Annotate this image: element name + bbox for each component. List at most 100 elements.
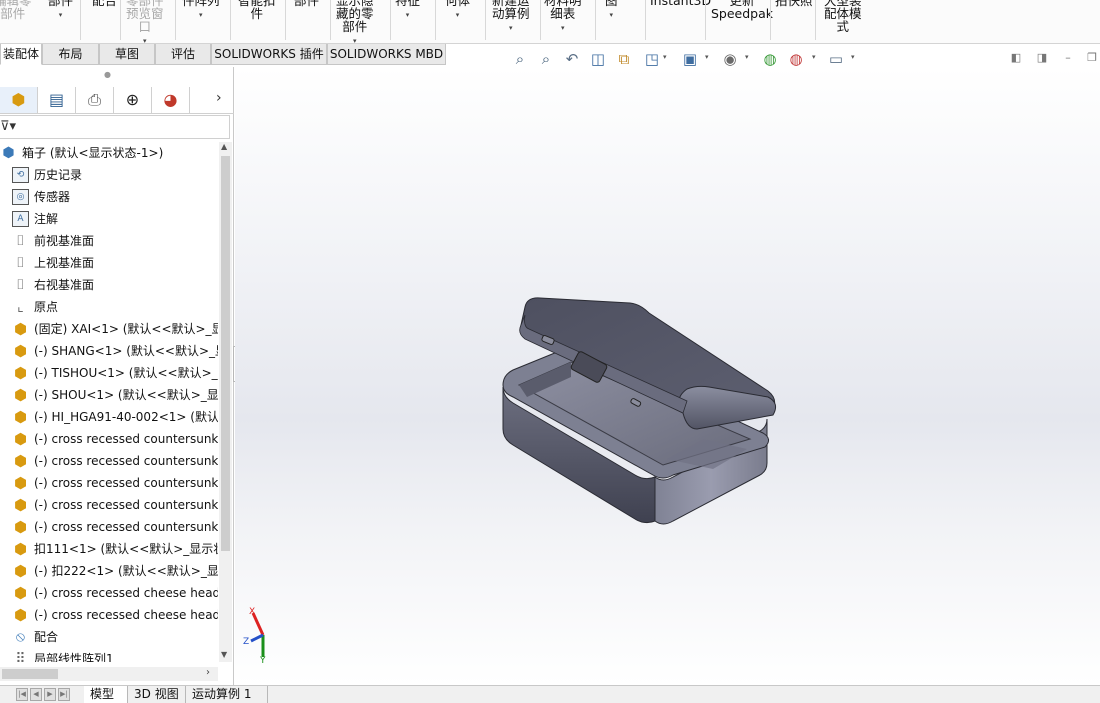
next-tab-icon[interactable]: ▶ [44,688,56,701]
ribbon-item-12[interactable]: 图 ▾ [605,0,618,19]
tree-item[interactable]: ⣿ 局部线性阵列1 [12,648,218,662]
horizontal-scroll-thumb[interactable] [2,669,58,679]
dropdown-arrow-icon[interactable]: ▾ [48,11,73,19]
apply-scene-icon[interactable]: ◍ [786,49,806,69]
chevron-down-icon[interactable]: ▾ [745,53,749,61]
chevron-down-icon[interactable]: ▾ [663,53,667,61]
ribbon-item-16[interactable]: 大型装 配体模 式 [824,0,862,33]
chevron-down-icon[interactable]: ▾ [851,53,855,61]
maximize-window-icon[interactable]: ❐ [1084,51,1100,65]
view-orientation-icon[interactable]: ◳ [642,49,662,69]
tree-item[interactable]: ⬢ (-) cross recessed cheese head [12,604,218,626]
dimxpert-tab[interactable]: ⊕ [114,87,152,113]
cm-tab-1[interactable]: 布局 [42,44,99,65]
zoom-to-area-icon[interactable]: ⌕ [536,49,556,69]
dynamic-annotation-icon[interactable]: ⧉ [614,49,634,69]
tree-item[interactable]: ⌷ 右视基准面 [12,274,218,296]
dropdown-arrow-icon[interactable]: ▾ [182,11,220,19]
ribbon-item-0[interactable]: 编辑零 部件 [0,0,32,20]
tile-window-icon[interactable]: ◨ [1034,51,1050,65]
display-manager-tab[interactable]: ◕ [152,87,190,113]
cm-tab-0[interactable]: 装配体 [0,44,42,65]
tree-filter[interactable]: ⊽▾ [0,115,230,139]
dropdown-arrow-icon[interactable]: ▾ [445,11,470,19]
ribbon-item-9[interactable]: 何体 ▾ [445,0,470,19]
scroll-right-icon[interactable]: › [206,667,210,678]
cm-tab-3[interactable]: 评估 [155,44,211,65]
panel-grip-icon[interactable]: ● [104,70,111,79]
tree-horizontal-scrollbar[interactable]: › [0,667,218,681]
display-style-icon[interactable]: ▣ [680,49,700,69]
tree-item[interactable]: ⬢ (固定) XAI<1> (默认<<默认>_显 [12,318,218,340]
bottom-tab-0[interactable]: 模型 [84,686,128,703]
tree-item[interactable]: ⬢ (-) cross recessed countersunk [12,450,218,472]
last-tab-icon[interactable]: ▶| [58,688,70,701]
prev-tab-icon[interactable]: ◀ [30,688,42,701]
cm-tab-2[interactable]: 草图 [99,44,155,65]
tree-item[interactable]: ⬢ 箱子 (默认<显示状态-1>) [0,142,218,164]
propertymanager-tab[interactable]: ▤ [38,87,76,113]
tree-item[interactable]: ⬢ (-) cross recessed countersunk [12,494,218,516]
tree-item[interactable]: ⬢ (-) SHANG<1> (默认<<默认>_显 [12,340,218,362]
first-tab-icon[interactable]: |◀ [16,688,28,701]
cm-tab-5[interactable]: SOLIDWORKS MBD [327,44,446,65]
bottom-tab-1[interactable]: 3D 视图 [128,686,186,703]
dropdown-arrow-icon[interactable]: ▾ [492,24,530,32]
configurationmanager-tab[interactable]: ⎙ [76,87,114,113]
dropdown-arrow-icon[interactable]: ▾ [336,37,374,43]
ribbon-item-7[interactable]: 显示隐 藏的零 部件 ▾ [336,0,374,43]
filter-icon[interactable]: ⊽▾ [0,119,16,134]
tree-vertical-scrollbar[interactable]: ▲ ▼ [219,142,232,662]
dropdown-arrow-icon[interactable]: ▾ [395,11,420,19]
ribbon-item-5[interactable]: 智能扣 件 [238,0,276,20]
ribbon-item-11[interactable]: 材料明 细表 ▾ [544,0,582,32]
tree-item[interactable]: ⬢ (-) cross recessed countersunk [12,472,218,494]
ribbon-item-6[interactable]: 部件 [294,0,319,7]
tree-item[interactable]: ⬢ (-) cross recessed countersunk [12,428,218,450]
section-view-icon[interactable]: ◫ [588,49,608,69]
chevron-right-icon[interactable]: › [216,90,222,106]
tree-item[interactable]: ⬢ (-) TISHOU<1> (默认<<默认>_显 [12,362,218,384]
ribbon-item-2[interactable]: 配合 [92,0,117,7]
tree-item[interactable]: ⬢ 扣111<1> (默认<<默认>_显示状 [12,538,218,560]
vertical-scroll-thumb[interactable] [221,156,230,551]
tree-item[interactable]: A 注解 [12,208,218,230]
ribbon-item-8[interactable]: 特征 ▾ [395,0,420,19]
edit-appearance-icon[interactable]: ◍ [760,49,780,69]
ribbon-item-14[interactable]: 更新 Speedpak [711,0,773,20]
minimize-window-icon[interactable]: – [1060,51,1076,65]
cm-tab-4[interactable]: SOLIDWORKS 插件 [211,44,327,65]
tree-item[interactable]: ⬢ (-) 扣222<1> (默认<<默认>_显示 [12,560,218,582]
ribbon-item-4[interactable]: 件阵列 ▾ [182,0,220,19]
tree-item[interactable]: ⟲ 历史记录 [12,164,218,186]
ribbon-item-15[interactable]: 拍快照 [775,0,813,7]
zoom-to-fit-icon[interactable]: ⌕ [510,49,530,69]
tree-item[interactable]: ⌞ 原点 [12,296,218,318]
graphics-area[interactable]: X Z Y [235,67,1100,685]
tree-item[interactable]: ⬢ (-) HI_HGA91-40-002<1> (默认< [12,406,218,428]
tree-item[interactable]: ⦸ 配合 [12,626,218,648]
hide-show-items-icon[interactable]: ◉ [720,49,740,69]
dropdown-arrow-icon[interactable]: ▾ [126,37,164,43]
tree-item[interactable]: ⌷ 上视基准面 [12,252,218,274]
scroll-up-icon[interactable]: ▲ [221,142,227,151]
scroll-down-icon[interactable]: ▼ [221,650,227,659]
ribbon-item-1[interactable]: 部件 ▾ [48,0,73,19]
dropdown-arrow-icon[interactable]: ▾ [544,24,582,32]
bottom-tab-2[interactable]: 运动算例 1 [186,686,268,703]
chevron-down-icon[interactable]: ▾ [812,53,816,61]
tree-item[interactable]: ⌷ 前视基准面 [12,230,218,252]
tree-item[interactable]: ⬢ (-) cross recessed cheese head [12,582,218,604]
ribbon-item-3[interactable]: 零部件 预览窗 口 ▾ [126,0,164,43]
ribbon-item-13[interactable]: Instant3D [650,0,711,7]
chevron-down-icon[interactable]: ▾ [705,53,709,61]
view-settings-icon[interactable]: ▭ [826,49,846,69]
featuremanager-tab[interactable]: ⬢ [0,87,38,113]
tree-item[interactable]: ⬢ (-) SHOU<1> (默认<<默认>_显示 [12,384,218,406]
ribbon-item-10[interactable]: 新建运 动算例 ▾ [492,0,530,32]
previous-view-icon[interactable]: ↶ [562,49,582,69]
restore-window-icon[interactable]: ◧ [1008,51,1024,65]
tree-item[interactable]: ◎ 传感器 [12,186,218,208]
box-assembly-model[interactable] [235,67,1100,685]
dropdown-arrow-icon[interactable]: ▾ [605,11,618,19]
